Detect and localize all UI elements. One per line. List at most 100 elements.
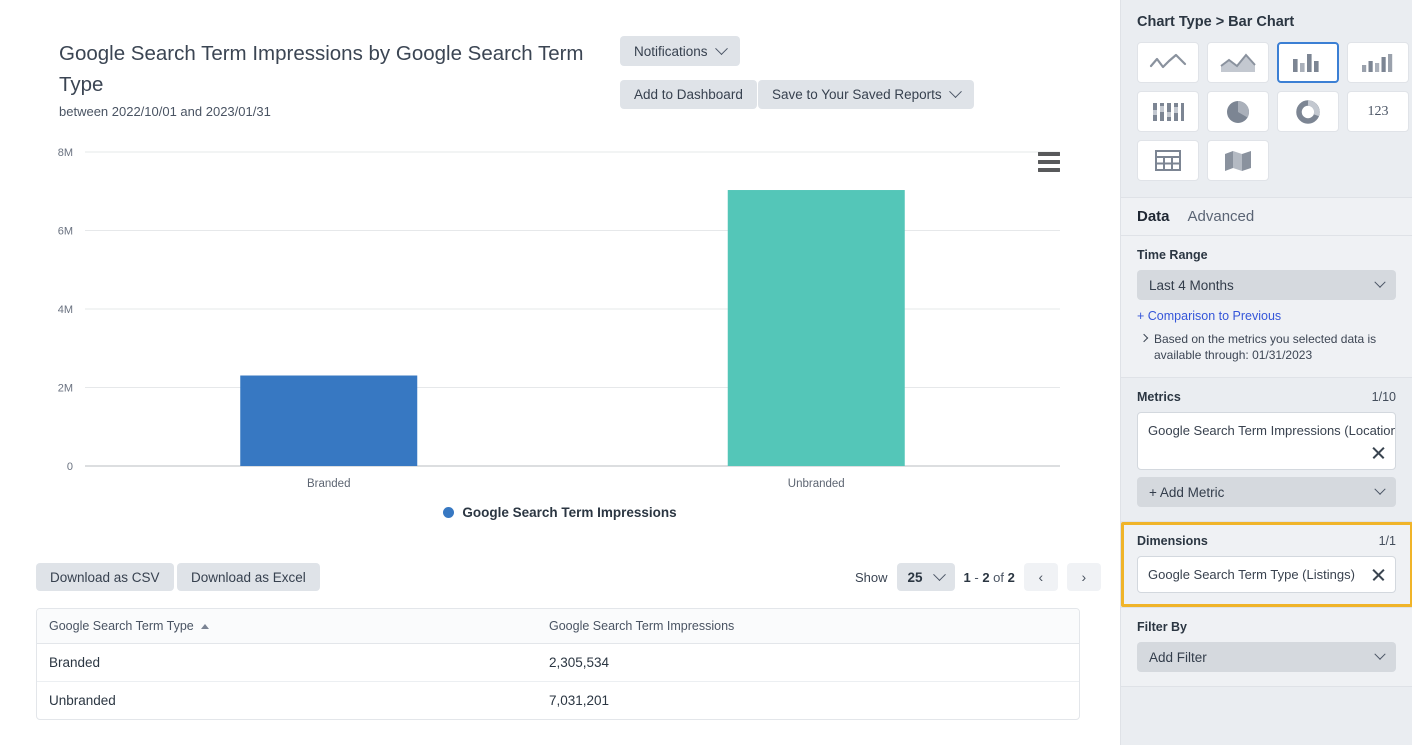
pagination-controls: Show 25 1 - 2 of 2 ‹ › [855,563,1101,591]
area-chart-icon [1220,52,1256,72]
dimension-chip[interactable]: Google Search Term Type (Listings) [1137,556,1396,593]
tab-advanced[interactable]: Advanced [1188,208,1255,227]
number-chart-icon: 123 [1367,103,1389,119]
save-to-saved-reports-button[interactable]: Save to Your Saved Reports [758,80,974,109]
map-chart-icon [1225,150,1251,171]
comparison-to-previous-link[interactable]: + Comparison to Previous [1137,309,1396,323]
results-table: Google Search Term Type Google Search Te… [36,608,1080,720]
show-label: Show [855,569,888,585]
donut-chart-icon [1296,99,1320,124]
dimensions-section: Dimensions 1/1 Google Search Term Type (… [1121,522,1412,607]
time-range-value: Last 4 Months [1149,277,1234,293]
table-row: Branded 2,305,534 [37,643,1079,682]
download-excel-button[interactable]: Download as Excel [177,563,320,591]
range-from: 1 [963,569,971,585]
page-range: 1 - 2 of 2 [964,570,1015,585]
download-csv-label: Download as CSV [50,569,160,585]
tab-data[interactable]: Data [1137,208,1170,227]
next-page-button[interactable]: › [1066,563,1101,591]
column-header-term-type[interactable]: Google Search Term Type [37,609,537,644]
chart-type-column-chart[interactable] [1347,42,1409,83]
bar-chart-icon [1293,53,1319,72]
legend-marker-icon [443,507,455,518]
chart-type-section: Chart Type > Bar Chart 123 [1121,0,1412,197]
previous-page-button[interactable]: ‹ [1023,563,1058,591]
cell-term-type: Branded [37,643,537,682]
chevron-down-icon [1374,276,1386,288]
notifications-button[interactable]: Notifications [620,36,740,66]
add-metric-button[interactable]: + Add Metric [1137,477,1396,507]
cell-term-type: Unbranded [49,693,116,708]
time-range-select[interactable]: Last 4 Months [1137,270,1396,300]
column-header-impressions[interactable]: Google Search Term Impressions [537,609,1079,644]
range-to: 2 [982,569,990,585]
x-axis-tick-label: Branded [307,478,350,490]
table-body: Branded 2,305,534 Unbranded 7,031,201 [37,643,1079,720]
of-label: of [989,569,1008,585]
chart-type-area-chart[interactable] [1207,42,1269,83]
pie-chart-icon [1227,100,1249,123]
chevron-down-icon [1374,648,1386,660]
chart-menu-icon[interactable] [1038,152,1060,172]
chart-bar[interactable] [727,190,905,466]
add-metric-label: + Add Metric [1149,484,1225,500]
chevron-down-icon [714,41,728,55]
metric-chip[interactable]: Google Search Term Impressions (Location… [1137,412,1396,470]
chart-type-donut-chart[interactable] [1277,91,1339,132]
add-to-dashboard-button[interactable]: Add to Dashboard [620,80,757,109]
cell-impressions: 7,031,201 [549,693,610,708]
chart-type-pie-chart[interactable] [1207,91,1269,132]
page-size-select[interactable]: 25 [896,563,955,591]
chart-type-number-chart[interactable]: 123 [1347,91,1409,132]
data-availability-note[interactable]: Based on the metrics you selected data i… [1137,331,1396,363]
column-chart-icon [1362,53,1393,72]
y-axis-tick-label: 0 [67,461,73,473]
chart-type-map-chart[interactable] [1207,140,1269,181]
metrics-count: 1/10 [1371,390,1396,404]
metric-chip-label: Google Search Term Impressions (Location… [1148,423,1396,438]
column-header-label: Google Search Term Type [49,619,194,633]
main-content: Google Search Term Impressions by Google… [0,0,1120,745]
save-to-saved-reports-label: Save to Your Saved Reports [772,87,942,102]
report-header: Google Search Term Impressions by Google… [0,0,1120,132]
divider [1121,686,1412,687]
chart-legend: Google Search Term Impressions [0,505,1120,520]
cell-impressions: 2,305,534 [537,643,1079,682]
chart-type-line-chart[interactable] [1137,42,1199,83]
bar-chart: 0 2M 4M 6M 8M Branded Unbranded [0,132,1120,542]
legend-label: Google Search Term Impressions [462,505,677,520]
table-chart-icon [1155,150,1181,171]
filter-section: Filter By Add Filter [1121,608,1412,686]
stacked-bar-chart-icon [1153,102,1184,121]
y-axis-tick-label: 4M [58,304,73,316]
range-total: 2 [1007,569,1015,585]
chart-type-stacked-bar-chart[interactable] [1137,91,1199,132]
table-header-row: Google Search Term Type Google Search Te… [37,609,1079,644]
notifications-button-label: Notifications [634,43,708,59]
chevron-down-icon [948,85,962,99]
chart-type-heading: Chart Type > Bar Chart [1137,14,1295,30]
y-axis-tick-label: 6M [58,226,73,238]
report-builder-page: Google Search Term Impressions by Google… [0,0,1412,745]
download-csv-button[interactable]: Download as CSV [36,563,174,591]
x-axis-tick-label: Unbranded [788,478,845,490]
remove-metric-icon[interactable] [1371,445,1386,460]
range-sep: - [970,569,983,585]
add-to-dashboard-label: Add to Dashboard [634,87,743,102]
dimension-chip-label: Google Search Term Type (Listings) [1148,567,1355,582]
settings-sidebar: Chart Type > Bar Chart 123 Data Advanced… [1120,0,1412,745]
page-title: Google Search Term Impressions by Google… [59,42,584,96]
chart-bar[interactable] [240,375,418,466]
chart-type-table-chart[interactable] [1137,140,1199,181]
chart-type-bar-chart[interactable] [1277,42,1339,83]
chevron-down-icon [932,567,946,581]
page-size-value: 25 [907,569,923,585]
metrics-section: Metrics 1/10 Google Search Term Impressi… [1121,378,1412,521]
time-range-section: Time Range Last 4 Months + Comparison to… [1121,236,1412,377]
remove-dimension-icon[interactable] [1371,567,1386,582]
sort-ascending-icon [200,624,209,630]
time-range-label: Time Range [1137,248,1208,262]
add-filter-value: Add Filter [1149,649,1207,665]
chevron-down-icon [1374,483,1386,495]
add-filter-select[interactable]: Add Filter [1137,642,1396,672]
